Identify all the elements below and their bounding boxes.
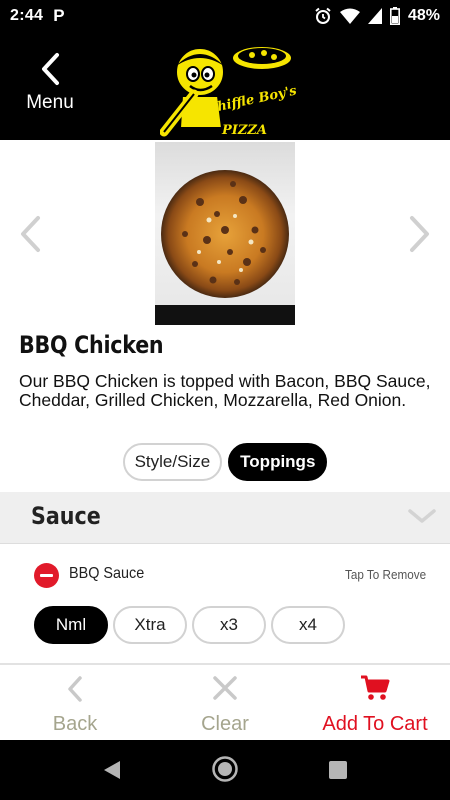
app-notification-icon: P	[53, 6, 65, 25]
amount-extra-button[interactable]: Xtra	[113, 606, 187, 644]
chevron-down-icon	[408, 509, 436, 523]
amount-x4-button[interactable]: x4	[271, 606, 345, 644]
chevron-left-icon	[42, 53, 59, 85]
whiffle-boys-logo: Whiffle Boy's PIZZA	[160, 45, 299, 138]
tap-to-remove-hint: Tap To Remove	[344, 567, 426, 582]
menu-back-label: Menu	[26, 92, 74, 113]
system-navigation-bar	[0, 740, 450, 800]
menu-back-button[interactable]: Menu	[14, 52, 86, 126]
item-description: Our BBQ Chicken is topped with Bacon, BB…	[19, 371, 431, 410]
wifi-icon	[339, 8, 360, 24]
app-header: Menu Whiffle Boy's PIZZA	[0, 32, 450, 140]
option-tabs: Style/Size Toppings	[0, 443, 450, 481]
back-button[interactable]: Back	[0, 665, 150, 740]
next-image-arrow-icon[interactable]	[406, 214, 434, 254]
add-to-cart-label: Add To Cart	[322, 713, 428, 735]
clear-button[interactable]: Clear	[150, 665, 300, 740]
previous-image-arrow-icon[interactable]	[16, 214, 44, 254]
amount-normal-button[interactable]: Nml	[34, 606, 108, 644]
tab-style-size[interactable]: Style/Size	[122, 443, 223, 481]
status-icons: 48%	[314, 7, 440, 25]
amount-x3-button[interactable]: x3	[192, 606, 266, 644]
nav-recent-apps-icon[interactable]	[329, 761, 347, 779]
item-title: BBQ Chicken	[19, 331, 164, 359]
sauce-section-header[interactable]: Sauce	[0, 492, 450, 544]
sauce-name: BBQ Sauce	[69, 565, 145, 582]
section-title: Sauce	[31, 502, 101, 530]
logo-subtitle: PIZZA	[221, 123, 267, 138]
status-time: 2:44	[10, 7, 44, 24]
sauce-amount-selector: Nml Xtra x3 x4	[34, 606, 345, 644]
battery-percent: 48%	[407, 7, 440, 24]
alarm-icon	[315, 7, 331, 24]
remove-circle-icon[interactable]	[34, 563, 59, 588]
chevron-left-icon	[68, 676, 82, 702]
pizza-image	[155, 170, 295, 325]
pizza-photo	[155, 142, 295, 325]
add-to-cart-button[interactable]: Add To Cart	[300, 665, 450, 740]
tab-toppings[interactable]: Toppings	[228, 443, 328, 481]
nav-home-icon[interactable]	[212, 756, 238, 782]
battery-icon	[389, 7, 400, 25]
status-bar: 2:44 P 48%	[0, 0, 450, 32]
selected-sauce-row[interactable]: BBQ Sauce Tap To Remove	[0, 545, 450, 605]
product-image-carousel	[0, 140, 450, 328]
bottom-action-bar: Back Clear Add To Cart	[0, 665, 450, 740]
shopping-cart-icon	[361, 675, 390, 700]
back-label: Back	[52, 713, 98, 735]
clear-label: Clear	[201, 713, 249, 735]
nav-back-icon[interactable]	[103, 760, 121, 780]
close-icon	[213, 676, 237, 700]
cell-signal-icon	[367, 8, 382, 24]
